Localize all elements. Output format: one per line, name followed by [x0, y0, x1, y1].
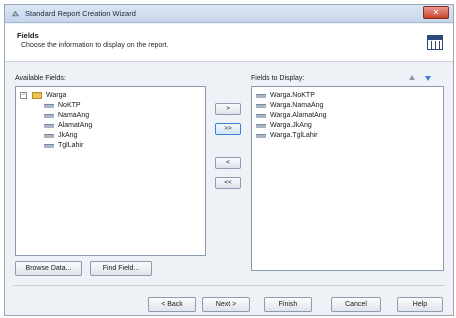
- field-label: Warga.TglLahir: [270, 132, 318, 139]
- field-label: NamaAng: [58, 112, 90, 119]
- list-item[interactable]: Warga.JkAng: [256, 121, 436, 131]
- available-fields-list[interactable]: − Warga NoKTP NamaAng AlamatAng JkAng Tg…: [15, 86, 206, 256]
- field-icon: [44, 114, 54, 118]
- wizard-header: Fields Choose the information to display…: [5, 24, 453, 62]
- tree-table-label: Warga: [46, 92, 67, 99]
- list-item[interactable]: Warga.AlamatAng: [256, 111, 436, 121]
- remove-field-button[interactable]: <: [215, 157, 241, 169]
- cancel-button[interactable]: Cancel: [331, 297, 381, 312]
- help-button[interactable]: Help: [397, 297, 443, 312]
- fields-to-display-label: Fields to Display:: [251, 75, 305, 82]
- list-item[interactable]: NamaAng: [44, 111, 194, 121]
- list-item[interactable]: Warga.TglLahir: [256, 131, 436, 141]
- page-title: Fields: [17, 31, 39, 40]
- field-label: NoKTP: [58, 102, 81, 109]
- field-icon: [256, 124, 266, 128]
- tree-node-warga[interactable]: − Warga: [20, 91, 180, 101]
- add-all-fields-button[interactable]: >>: [215, 123, 241, 135]
- remove-all-fields-button[interactable]: <<: [215, 177, 241, 189]
- field-icon: [256, 114, 266, 118]
- list-item[interactable]: Warga.NoKTP: [256, 91, 436, 101]
- arrow-down-icon[interactable]: [424, 74, 432, 82]
- field-label: TglLahir: [58, 142, 84, 149]
- list-item[interactable]: Warga.NamaAng: [256, 101, 436, 111]
- window-title: Standard Report Creation Wizard: [25, 9, 136, 18]
- field-label: AlamatAng: [58, 122, 93, 129]
- find-field-button[interactable]: Find Field...: [90, 261, 152, 276]
- list-item[interactable]: TglLahir: [44, 141, 194, 151]
- title-bar: Standard Report Creation Wizard ✕: [5, 5, 453, 23]
- list-item[interactable]: NoKTP: [44, 101, 194, 111]
- list-item[interactable]: AlamatAng: [44, 121, 194, 131]
- field-icon: [44, 144, 54, 148]
- field-icon: [44, 104, 54, 108]
- available-fields-label: Available Fields:: [15, 75, 66, 82]
- add-field-button[interactable]: >: [215, 103, 241, 115]
- footer-divider: [13, 285, 445, 286]
- report-table-icon: [427, 35, 443, 50]
- wizard-window: Standard Report Creation Wizard ✕ Fields…: [4, 4, 454, 316]
- field-label: Warga.AlamatAng: [270, 112, 327, 119]
- back-button[interactable]: < Back: [148, 297, 196, 312]
- field-icon: [44, 134, 54, 138]
- fields-to-display-list[interactable]: Warga.NoKTP Warga.NamaAng Warga.AlamatAn…: [251, 86, 444, 271]
- browse-data-button[interactable]: Browse Data...: [15, 261, 82, 276]
- field-label: Warga.NoKTP: [270, 92, 315, 99]
- wizard-app-icon: [11, 10, 20, 17]
- page-subtitle: Choose the information to display on the…: [21, 42, 169, 49]
- table-folder-icon: [32, 92, 42, 99]
- field-icon: [256, 104, 266, 108]
- field-icon: [256, 94, 266, 98]
- field-icon: [256, 134, 266, 138]
- field-icon: [44, 124, 54, 128]
- arrow-up-icon[interactable]: [408, 74, 416, 82]
- field-label: Warga.JkAng: [270, 122, 312, 129]
- list-item[interactable]: JkAng: [44, 131, 194, 141]
- close-button[interactable]: ✕: [423, 6, 449, 19]
- collapse-icon[interactable]: −: [20, 92, 27, 99]
- finish-button[interactable]: Finish: [264, 297, 312, 312]
- next-button[interactable]: Next >: [202, 297, 250, 312]
- field-label: Warga.NamaAng: [270, 102, 324, 109]
- field-label: JkAng: [58, 132, 78, 139]
